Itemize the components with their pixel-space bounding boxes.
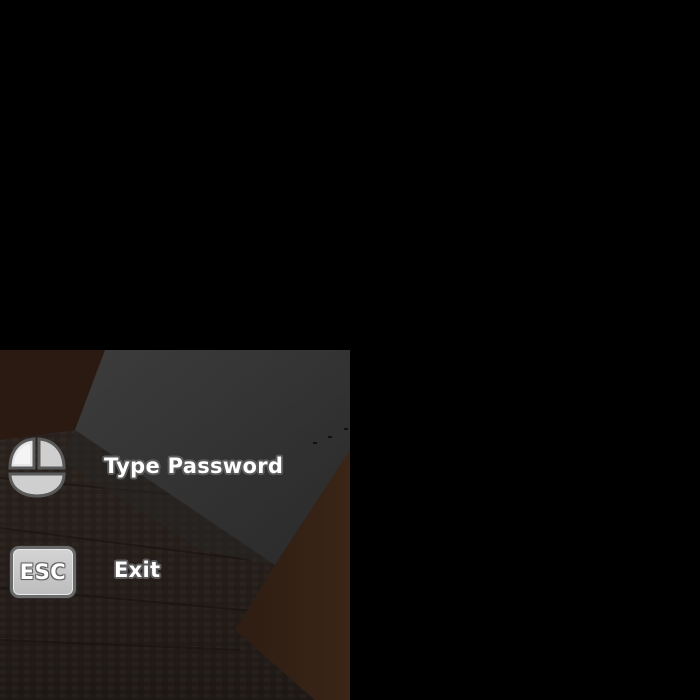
- control-hint-type-password: Type Password: [0, 430, 350, 500]
- control-hint-exit: ESC Exit: [0, 540, 350, 610]
- type-password-label: Type Password: [104, 454, 284, 478]
- game-screen: Type Password ESC Exit: [0, 0, 700, 700]
- mouse-left-click-icon: [8, 437, 66, 498]
- exit-label: Exit: [114, 558, 161, 582]
- corridor-scene: [0, 350, 350, 700]
- esc-key-icon: ESC: [10, 546, 76, 598]
- game-viewport[interactable]: Type Password ESC Exit: [0, 350, 350, 700]
